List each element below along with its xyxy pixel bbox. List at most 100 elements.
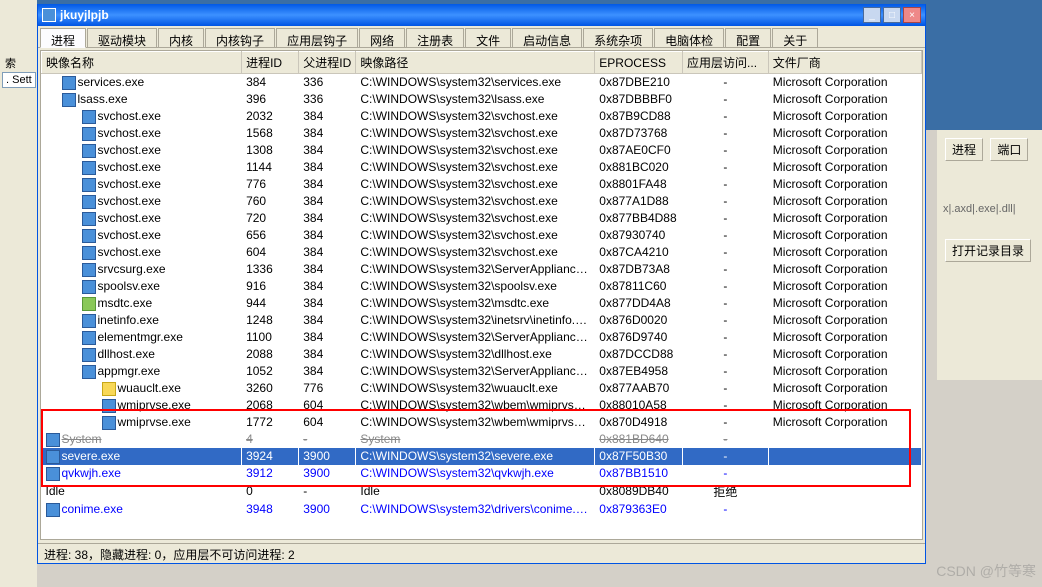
watermark: CSDN @竹等寒 <box>936 561 1036 581</box>
process-icon <box>82 365 96 379</box>
cell-pid: 1308 <box>242 142 299 159</box>
status-bar: 进程: 38，隐藏进程: 0，应用层不可访问进程: 2 <box>38 543 925 563</box>
table-row[interactable]: svchost.exe720384C:\WINDOWS\system32\svc… <box>42 210 922 227</box>
tab-系统杂项[interactable]: 系统杂项 <box>583 28 653 47</box>
minimize-button[interactable]: _ <box>863 7 881 23</box>
cell-path: C:\WINDOWS\system32\svchost.exe <box>356 210 595 227</box>
cell-app: - <box>683 346 769 363</box>
cell-vendor: Microsoft Corporation <box>768 193 921 210</box>
table-row[interactable]: msdtc.exe944384C:\WINDOWS\system32\msdtc… <box>42 295 922 312</box>
table-row[interactable]: wmiprvse.exe2068604C:\WINDOWS\system32\w… <box>42 397 922 414</box>
table-row[interactable]: svchost.exe1144384C:\WINDOWS\system32\sv… <box>42 159 922 176</box>
table-row[interactable]: services.exe384336C:\WINDOWS\system32\se… <box>42 74 922 91</box>
tab-电脑体检[interactable]: 电脑体检 <box>654 28 724 47</box>
cell-pid: 396 <box>242 91 299 108</box>
tab-配置[interactable]: 配置 <box>725 28 771 47</box>
table-row[interactable]: svchost.exe604384C:\WINDOWS\system32\svc… <box>42 244 922 261</box>
tab-文件[interactable]: 文件 <box>465 28 511 47</box>
table-row[interactable]: qvkwjh.exe39123900C:\WINDOWS\system32\qv… <box>42 465 922 482</box>
cell-vendor: Microsoft Corporation <box>768 329 921 346</box>
process-name: svchost.exe <box>98 143 161 157</box>
table-row[interactable]: wmiprvse.exe1772604C:\WINDOWS\system32\w… <box>42 414 922 431</box>
maximize-button[interactable]: □ <box>883 7 901 23</box>
table-row[interactable]: severe.exe39243900C:\WINDOWS\system32\se… <box>42 448 922 465</box>
tab-网络[interactable]: 网络 <box>359 28 405 47</box>
column-header[interactable]: 映像名称 <box>42 52 242 74</box>
tab-bar: 进程驱动模块内核内核钩子应用层钩子网络注册表文件启动信息系统杂项电脑体检配置关于 <box>38 26 925 48</box>
cell-ppid: 384 <box>299 278 356 295</box>
table-row[interactable]: lsass.exe396336C:\WINDOWS\system32\lsass… <box>42 91 922 108</box>
cell-app: - <box>683 397 769 414</box>
cell-app: - <box>683 159 769 176</box>
cell-ep: 0x87811C60 <box>595 278 683 295</box>
close-button[interactable]: × <box>903 7 921 23</box>
table-row[interactable]: svchost.exe776384C:\WINDOWS\system32\svc… <box>42 176 922 193</box>
cell-path: C:\WINDOWS\system32\lsass.exe <box>356 91 595 108</box>
column-header[interactable]: 映像路径 <box>356 52 595 74</box>
cell-ppid: 604 <box>299 397 356 414</box>
column-header[interactable]: 文件厂商 <box>768 52 921 74</box>
process-icon <box>62 93 76 107</box>
table-row[interactable]: dllhost.exe2088384C:\WINDOWS\system32\dl… <box>42 346 922 363</box>
tab-内核钩子[interactable]: 内核钩子 <box>205 28 275 47</box>
process-table-container[interactable]: 映像名称进程ID父进程ID映像路径EPROCESS应用层访问...文件厂商 se… <box>40 50 923 540</box>
column-header[interactable]: 父进程ID <box>299 52 356 74</box>
left-settings-field[interactable]: . Sett <box>2 72 36 88</box>
table-row[interactable]: Idle0-Idle0x8089DB40拒绝 <box>42 482 922 501</box>
titlebar[interactable]: jkuyjlpjb _ □ × <box>38 4 925 26</box>
cell-path: C:\WINDOWS\system32\dllhost.exe <box>356 346 595 363</box>
table-row[interactable]: spoolsv.exe916384C:\WINDOWS\system32\spo… <box>42 278 922 295</box>
cell-ep: 0x88010A58 <box>595 397 683 414</box>
port-button[interactable]: 端口 <box>990 138 1028 161</box>
cell-app: - <box>683 312 769 329</box>
cell-app: - <box>683 176 769 193</box>
cell-app: - <box>683 448 769 465</box>
table-row[interactable]: appmgr.exe1052384C:\WINDOWS\system32\Ser… <box>42 363 922 380</box>
tab-驱动模块[interactable]: 驱动模块 <box>87 28 157 47</box>
table-row[interactable]: conime.exe39483900C:\WINDOWS\system32\dr… <box>42 501 922 518</box>
cell-ep: 0x8089DB40 <box>595 482 683 501</box>
process-name: srvcsurg.exe <box>98 262 166 276</box>
tab-关于[interactable]: 关于 <box>772 28 818 47</box>
process-icon <box>102 416 116 430</box>
tab-进程[interactable]: 进程 <box>40 28 86 48</box>
process-icon <box>102 399 116 413</box>
table-row[interactable]: svchost.exe1308384C:\WINDOWS\system32\sv… <box>42 142 922 159</box>
process-button[interactable]: 进程 <box>945 138 983 161</box>
table-row[interactable]: wuauclt.exe3260776C:\WINDOWS\system32\wu… <box>42 380 922 397</box>
cell-pid: 2068 <box>242 397 299 414</box>
cell-ep: 0x876D9740 <box>595 329 683 346</box>
column-header[interactable]: EPROCESS <box>595 52 683 74</box>
table-row[interactable]: elementmgr.exe1100384C:\WINDOWS\system32… <box>42 329 922 346</box>
process-name: appmgr.exe <box>98 364 161 378</box>
column-header[interactable]: 进程ID <box>242 52 299 74</box>
column-header[interactable]: 应用层访问... <box>683 52 769 74</box>
table-row[interactable]: svchost.exe760384C:\WINDOWS\system32\svc… <box>42 193 922 210</box>
cell-ppid: 384 <box>299 176 356 193</box>
cell-pid: 656 <box>242 227 299 244</box>
cell-ep: 0x870D4918 <box>595 414 683 431</box>
cell-ep: 0x879363E0 <box>595 501 683 518</box>
cell-ppid: 384 <box>299 125 356 142</box>
cell-vendor: Microsoft Corporation <box>768 414 921 431</box>
process-name: svchost.exe <box>98 211 161 225</box>
tab-内核[interactable]: 内核 <box>158 28 204 47</box>
process-name: severe.exe <box>62 449 121 463</box>
cell-vendor: Microsoft Corporation <box>768 176 921 193</box>
table-row[interactable]: inetinfo.exe1248384C:\WINDOWS\system32\i… <box>42 312 922 329</box>
table-row[interactable]: svchost.exe2032384C:\WINDOWS\system32\sv… <box>42 108 922 125</box>
tab-启动信息[interactable]: 启动信息 <box>512 28 582 47</box>
tab-应用层钩子[interactable]: 应用层钩子 <box>276 28 358 47</box>
table-row[interactable]: svchost.exe656384C:\WINDOWS\system32\svc… <box>42 227 922 244</box>
table-row[interactable]: System4-System0x881BD640- <box>42 431 922 448</box>
process-name: inetinfo.exe <box>98 313 159 327</box>
process-table[interactable]: 映像名称进程ID父进程ID映像路径EPROCESS应用层访问...文件厂商 se… <box>41 51 922 518</box>
open-log-dir-button[interactable]: 打开记录目录 <box>945 239 1031 262</box>
cell-ep: 0x87930740 <box>595 227 683 244</box>
cell-app: - <box>683 431 769 448</box>
table-row[interactable]: srvcsurg.exe1336384C:\WINDOWS\system32\S… <box>42 261 922 278</box>
cell-ppid: 336 <box>299 91 356 108</box>
cell-pid: 604 <box>242 244 299 261</box>
table-row[interactable]: svchost.exe1568384C:\WINDOWS\system32\sv… <box>42 125 922 142</box>
tab-注册表[interactable]: 注册表 <box>406 28 464 47</box>
